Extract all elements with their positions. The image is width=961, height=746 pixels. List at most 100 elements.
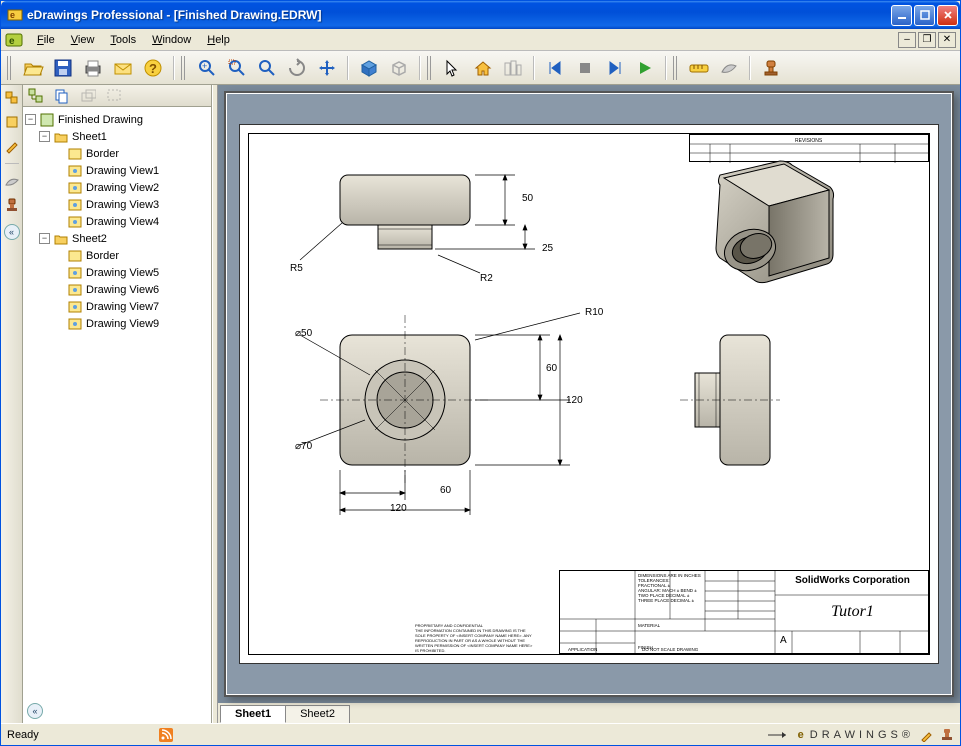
minimize-button[interactable] (891, 5, 912, 26)
title-block: SolidWorks Corporation Tutor1 A DIMENSIO… (559, 570, 929, 654)
tree-item[interactable]: Drawing View5 (25, 264, 209, 281)
sheet-tabs: Sheet1 Sheet2 (218, 703, 960, 723)
rss-icon[interactable] (159, 728, 173, 742)
measure-button[interactable] (685, 54, 713, 82)
view-icon (67, 215, 83, 229)
mdi-minimize-button[interactable]: – (898, 32, 916, 48)
menu-tools[interactable]: Tools (102, 32, 144, 48)
save-button[interactable] (49, 54, 77, 82)
menu-window[interactable]: Window (144, 32, 199, 48)
menu-file[interactable]: File (29, 32, 63, 48)
dim-label: 60 (546, 363, 557, 374)
dim-label: 50 (522, 193, 533, 204)
feature-tree-panel: − Finished Drawing − Sheet1 Border Drawi… (23, 85, 212, 723)
titleblock-mat: MATERIAL (638, 623, 660, 628)
tree-sheet[interactable]: − Sheet1 (25, 128, 209, 145)
send-button[interactable] (109, 54, 137, 82)
menu-help[interactable]: Help (199, 32, 238, 48)
select-button[interactable] (439, 54, 467, 82)
main-toolbar: ? + (1, 51, 960, 85)
mdi-restore-button[interactable]: ❐ (918, 32, 936, 48)
titleblock-noscale: DO NOT SCALE DRAWING (642, 647, 698, 652)
menu-app-icon: e (5, 32, 23, 48)
collapse-chevron-icon[interactable]: « (4, 224, 20, 240)
tree-item[interactable]: Drawing View4 (25, 213, 209, 230)
panel-collapse-icon[interactable]: « (27, 703, 43, 719)
toolbar-grip[interactable] (427, 56, 433, 80)
status-text: Ready (7, 729, 39, 741)
sheet-tab-1[interactable]: Sheet1 (220, 705, 286, 723)
toolbar-grip[interactable] (673, 56, 679, 80)
drawing-view-top (320, 315, 540, 535)
view-icon (67, 266, 83, 280)
tab-sheets-icon[interactable] (53, 87, 71, 105)
titleblock-size: A (780, 635, 787, 646)
tree-item[interactable]: Border (25, 247, 209, 264)
tree-item[interactable]: Drawing View6 (25, 281, 209, 298)
zoom-in-button[interactable]: + (193, 54, 221, 82)
comment-icon[interactable] (3, 172, 21, 190)
overview-button[interactable] (499, 54, 527, 82)
print-button[interactable] (79, 54, 107, 82)
drawing-canvas-area: REVISIONS (218, 85, 960, 723)
sheet-tab-2[interactable]: Sheet2 (285, 705, 350, 723)
markup-pencil-icon[interactable] (3, 137, 21, 155)
next-button[interactable] (601, 54, 629, 82)
dim-label: ⌀70 (295, 441, 312, 452)
help-button[interactable]: ? (139, 54, 167, 82)
zoom-area-button[interactable] (223, 54, 251, 82)
maximize-button[interactable] (914, 5, 935, 26)
status-stamp-icon[interactable] (940, 728, 954, 742)
brand-arrow-icon (768, 729, 792, 741)
toolbar-grip[interactable] (181, 56, 187, 80)
view-icon (67, 198, 83, 212)
tree-sheet[interactable]: − Sheet2 (25, 230, 209, 247)
view-icon (67, 164, 83, 178)
tree-label: Border (86, 148, 119, 160)
drawing-view-side (660, 325, 820, 495)
tree-item[interactable]: Drawing View3 (25, 196, 209, 213)
titleblock-app: APPLICATION (568, 647, 597, 652)
play-button[interactable] (631, 54, 659, 82)
stamp-button[interactable] (757, 54, 785, 82)
svg-text:e: e (10, 10, 15, 20)
drawing-viewport[interactable]: REVISIONS (224, 91, 954, 697)
first-button[interactable] (541, 54, 569, 82)
tab-config-icon[interactable] (79, 87, 97, 105)
wireframe-button[interactable] (385, 54, 413, 82)
tree-item[interactable]: Drawing View9 (25, 315, 209, 332)
status-pencil-icon[interactable] (920, 728, 934, 742)
tab-tree-icon[interactable] (27, 87, 45, 105)
tree-item[interactable]: Drawing View1 (25, 162, 209, 179)
layers-icon[interactable] (3, 89, 21, 107)
proprietary-note: PROPRIETARY AND CONFIDENTIALTHE INFORMAT… (415, 623, 535, 653)
stamp-small-icon[interactable] (3, 196, 21, 214)
tab-markup-icon[interactable] (105, 87, 123, 105)
shaded-button[interactable] (355, 54, 383, 82)
pan-button[interactable] (313, 54, 341, 82)
tree-item[interactable]: Drawing View7 (25, 298, 209, 315)
tree-item[interactable]: Border (25, 145, 209, 162)
border-icon (67, 147, 83, 161)
mass-icon[interactable] (3, 113, 21, 131)
open-button[interactable] (19, 54, 47, 82)
toolbar-grip[interactable] (7, 56, 13, 80)
menu-view[interactable]: View (63, 32, 103, 48)
rotate-button[interactable] (283, 54, 311, 82)
tree-root[interactable]: − Finished Drawing (25, 111, 209, 128)
collapse-icon[interactable]: − (39, 233, 50, 244)
tree-label: Border (86, 250, 119, 262)
stop-button[interactable] (571, 54, 599, 82)
markup-button[interactable] (715, 54, 743, 82)
zoom-fit-button[interactable] (253, 54, 281, 82)
feature-tree: − Finished Drawing − Sheet1 Border Drawi… (23, 107, 211, 699)
close-button[interactable] (937, 5, 958, 26)
tree-item[interactable]: Drawing View2 (25, 179, 209, 196)
collapse-icon[interactable]: − (25, 114, 36, 125)
drawing-sheet: REVISIONS (239, 124, 939, 664)
mdi-close-button[interactable]: ✕ (938, 32, 956, 48)
dim-label: 120 (390, 503, 407, 514)
home-button[interactable] (469, 54, 497, 82)
collapse-icon[interactable]: − (39, 131, 50, 142)
revisions-block: REVISIONS (689, 134, 929, 162)
